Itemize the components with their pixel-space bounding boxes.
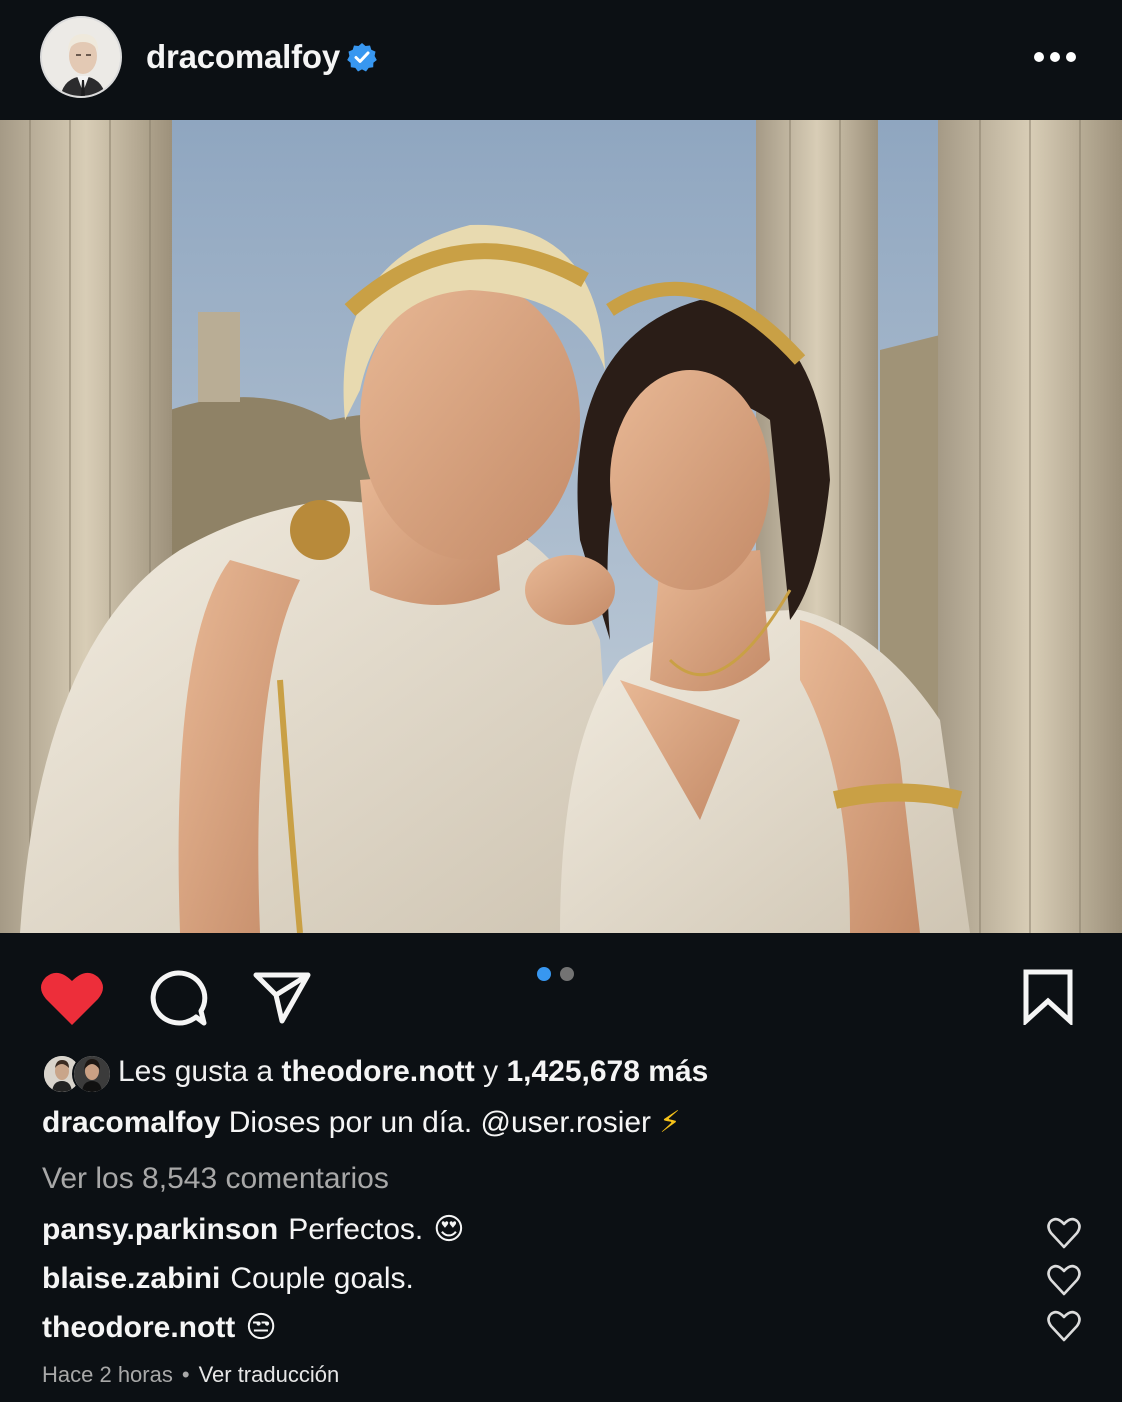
comment-icon[interactable] [148,969,208,1027]
caption-text: Dioses por un día. @user.rosier [228,1106,652,1139]
comment-row: theodore.nott 😒 [42,1310,277,1345]
caption-emoji: ⚡ [659,1106,681,1139]
likes-joiner: y [483,1055,499,1088]
comment-row: blaise.zabini Couple goals. [42,1262,414,1296]
verified-badge-icon [347,43,377,72]
comment-username[interactable]: blaise.zabini [42,1262,220,1296]
post-timestamp: Hace 2 horas [42,1362,173,1387]
comment-like-heart-icon[interactable] [1047,1309,1081,1343]
comment-like-heart-icon[interactable] [1047,1263,1081,1297]
comment-text: Couple goals. [230,1262,414,1295]
comment-emoji: 😍 [433,1213,465,1246]
send-icon[interactable] [252,969,312,1025]
likes-user[interactable]: theodore.nott [281,1055,474,1089]
likes-count[interactable]: 1,425,678 [506,1055,639,1089]
post-footer: Hace 2 horas • Ver traducción [42,1362,339,1388]
comment-like-heart-icon[interactable] [1047,1216,1081,1250]
likes-suffix[interactable]: más [648,1055,708,1089]
heart-filled-icon[interactable] [40,969,104,1027]
profile-avatar[interactable] [40,16,122,98]
carousel-indicator [537,967,574,981]
post-image[interactable] [0,120,1122,933]
likes-summary[interactable]: Les gusta a theodore.nott y 1,425,678 má… [42,1052,708,1094]
comment-username[interactable]: theodore.nott [42,1311,235,1345]
likes-prefix: Les gusta a [118,1055,274,1088]
carousel-dot [560,967,574,981]
bookmark-icon[interactable] [1022,969,1074,1025]
more-options-icon[interactable] [1034,46,1080,68]
comment-text: Perfectos. [288,1212,424,1246]
comment-row: pansy.parkinson Perfectos. 😍 [42,1212,465,1247]
post-photo [0,120,1122,933]
post-caption: dracomalfoy Dioses por un día. @user.ros… [42,1105,680,1140]
post-username[interactable]: dracomalfoy [146,38,340,76]
liker-avatars [42,1052,112,1094]
view-all-comments-link[interactable]: Ver los 8,543 comentarios [42,1162,389,1196]
carousel-dot-active [537,967,551,981]
avatar-image [42,18,120,96]
footer-separator: • [181,1362,190,1387]
comment-emoji: 😒 [245,1311,277,1344]
see-translation-link[interactable]: Ver traducción [199,1362,340,1387]
post-header: dracomalfoy [0,0,1122,120]
comment-username[interactable]: pansy.parkinson [42,1213,278,1247]
action-bar [0,933,1122,1043]
liker-avatar [72,1054,112,1094]
caption-username[interactable]: dracomalfoy [42,1106,220,1139]
